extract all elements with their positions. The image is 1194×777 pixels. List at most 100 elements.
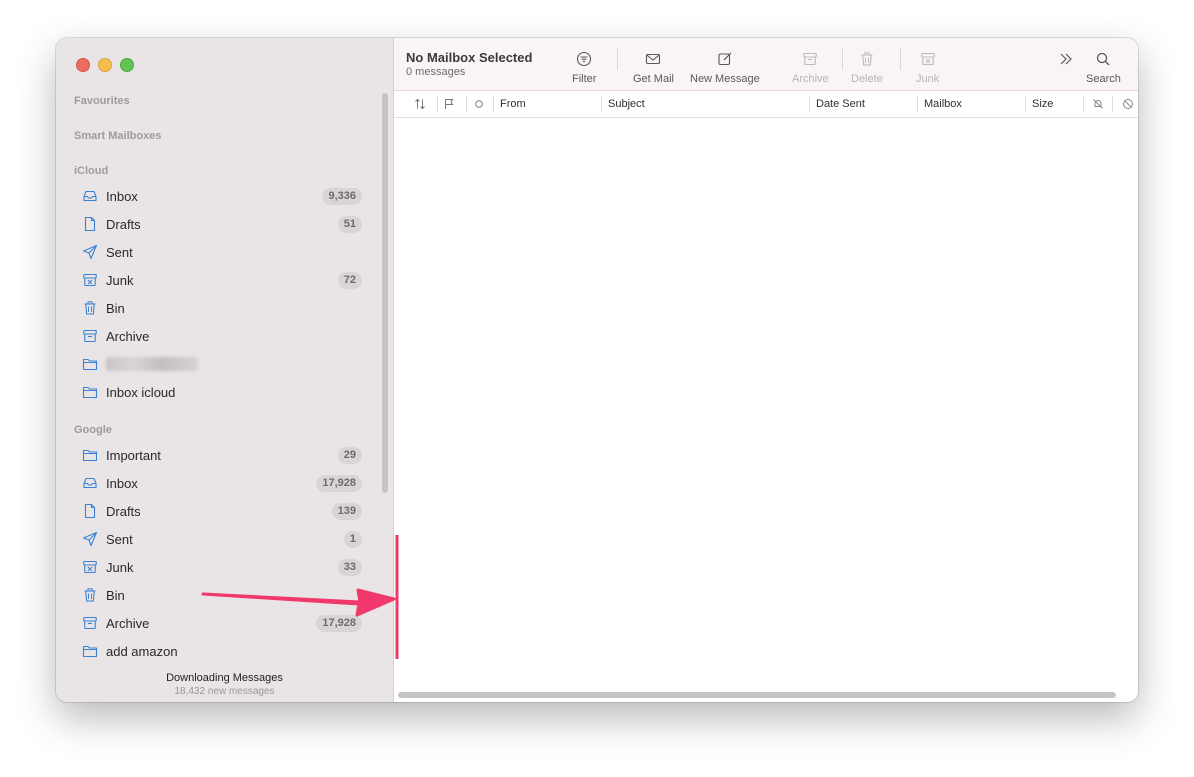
filter-label: Filter: [572, 73, 597, 85]
sort-arrows-icon: [415, 98, 425, 110]
sidebar-item-label: Junk: [106, 272, 134, 288]
sent-icon: [82, 244, 98, 260]
unread-count-badge: 33: [337, 558, 362, 576]
section-icloud[interactable]: iCloud: [74, 165, 108, 177]
column-divider[interactable]: [437, 96, 438, 112]
column-headers: From Subject Date Sent Mailbox Size: [394, 91, 1138, 118]
archive-icon: [803, 52, 818, 66]
sidebar-item-label: Inbox: [106, 188, 138, 204]
message-list[interactable]: [394, 118, 1138, 686]
download-status-title: Downloading Messages: [166, 672, 283, 684]
mailbox-column[interactable]: Mailbox: [924, 91, 962, 117]
bin-icon: [82, 300, 98, 316]
minimize-window-button[interactable]: [98, 58, 112, 72]
sidebar-item-hidden-folder[interactable]: [82, 353, 362, 375]
sidebar-item-inbox[interactable]: Inbox 17,928: [82, 472, 362, 494]
sidebar-item-archive[interactable]: Archive: [82, 325, 362, 347]
drafts-icon: [82, 503, 98, 519]
archive-button[interactable]: Archive: [792, 51, 829, 85]
sidebar-item-sent[interactable]: Sent: [82, 241, 362, 263]
envelope-icon: [646, 53, 661, 65]
column-divider[interactable]: [1025, 96, 1026, 112]
flag-column[interactable]: [443, 91, 455, 117]
unread-count-badge: 139: [331, 502, 362, 520]
unread-count-badge: 17,928: [316, 614, 362, 632]
compose-icon: [718, 52, 732, 66]
toolbar: No Mailbox Selected 0 messages Filter Ge…: [394, 38, 1138, 91]
sidebar-item-label: Bin: [106, 300, 125, 316]
unread-column[interactable]: [474, 91, 484, 117]
sidebar-item-label: Important: [106, 447, 161, 463]
toolbar-separator: [842, 48, 843, 70]
close-window-button[interactable]: [76, 58, 90, 72]
junk-button[interactable]: Junk: [916, 51, 939, 85]
muted-column[interactable]: [1092, 91, 1104, 117]
column-divider[interactable]: [1083, 96, 1084, 112]
archive-icon: [82, 328, 98, 344]
drafts-icon: [82, 216, 98, 232]
message-count: 0 messages: [406, 66, 466, 78]
sidebar-item-label: Drafts: [106, 503, 141, 519]
column-divider[interactable]: [1112, 96, 1113, 112]
muted-bell-icon: [1093, 99, 1103, 109]
search-button[interactable]: Search: [1086, 51, 1121, 85]
unread-count-badge: 72: [337, 271, 362, 289]
delete-button[interactable]: Delete: [851, 51, 883, 85]
subject-column[interactable]: Subject: [608, 91, 645, 117]
column-divider[interactable]: [809, 96, 810, 112]
from-column[interactable]: From: [500, 91, 526, 117]
sidebar-scrollbar[interactable]: [382, 93, 388, 493]
more-toolbar-button[interactable]: [1058, 51, 1074, 67]
double-chevron-right-icon: [1060, 53, 1072, 65]
sidebar-item-junk[interactable]: Junk 72: [82, 269, 362, 291]
column-divider[interactable]: [601, 96, 602, 112]
section-favourites[interactable]: Favourites: [74, 95, 130, 107]
sidebar-item-label: Archive: [106, 328, 150, 344]
filter-icon: [577, 51, 592, 67]
sidebar-item-drafts[interactable]: Drafts 51: [82, 213, 362, 235]
sidebar-item-inbox[interactable]: Inbox 9,336: [82, 185, 362, 207]
archive-icon: [82, 615, 98, 631]
sidebar-item-add-amazon[interactable]: add amazon: [82, 640, 362, 662]
size-column[interactable]: Size: [1032, 91, 1053, 117]
sidebar-item-bin[interactable]: Bin: [82, 584, 362, 606]
sidebar-item-label: Junk: [106, 559, 134, 575]
zoom-window-button[interactable]: [120, 58, 134, 72]
sidebar-item-archive[interactable]: Archive 17,928: [82, 612, 362, 634]
search-label: Search: [1086, 73, 1121, 85]
unread-count-badge: 51: [337, 215, 362, 233]
unread-count-badge: 17,928: [316, 474, 362, 492]
horizontal-scrollbar[interactable]: [398, 692, 1116, 698]
section-google[interactable]: Google: [74, 424, 112, 436]
column-divider[interactable]: [917, 96, 918, 112]
inbox-icon: [82, 188, 98, 204]
search-icon: [1097, 52, 1110, 66]
column-divider[interactable]: [493, 96, 494, 112]
sidebar-item-sent[interactable]: Sent 1: [82, 528, 362, 550]
column-divider[interactable]: [466, 96, 467, 112]
sidebar-item-drafts[interactable]: Drafts 139: [82, 500, 362, 522]
unread-count-badge: 29: [337, 446, 362, 464]
date-sent-column[interactable]: Date Sent: [816, 91, 865, 117]
junk-icon: [920, 52, 935, 66]
new-message-button[interactable]: New Message: [690, 51, 760, 85]
unread-dot-icon: [475, 100, 483, 108]
sidebar-item-inbox-icloud[interactable]: Inbox icloud: [82, 381, 362, 403]
filter-button[interactable]: Filter: [572, 51, 596, 85]
blocked-icon: [1123, 99, 1133, 109]
get-mail-button[interactable]: Get Mail: [633, 51, 674, 85]
get-mail-label: Get Mail: [633, 73, 674, 85]
folder-icon: [82, 447, 98, 463]
bin-icon: [82, 587, 98, 603]
sidebar-item-bin[interactable]: Bin: [82, 297, 362, 319]
download-status-subtitle: 18,432 new messages: [174, 686, 275, 697]
delete-label: Delete: [851, 73, 883, 85]
section-smart-mailboxes[interactable]: Smart Mailboxes: [74, 130, 161, 142]
junk-icon: [82, 559, 98, 575]
sidebar-item-label: Inbox icloud: [106, 384, 176, 400]
blocked-column[interactable]: [1122, 91, 1134, 117]
sidebar-item-junk[interactable]: Junk 33: [82, 556, 362, 578]
sort-column[interactable]: [414, 91, 426, 117]
sidebar-item-important[interactable]: Important 29: [82, 444, 362, 466]
folder-icon: [82, 643, 98, 659]
